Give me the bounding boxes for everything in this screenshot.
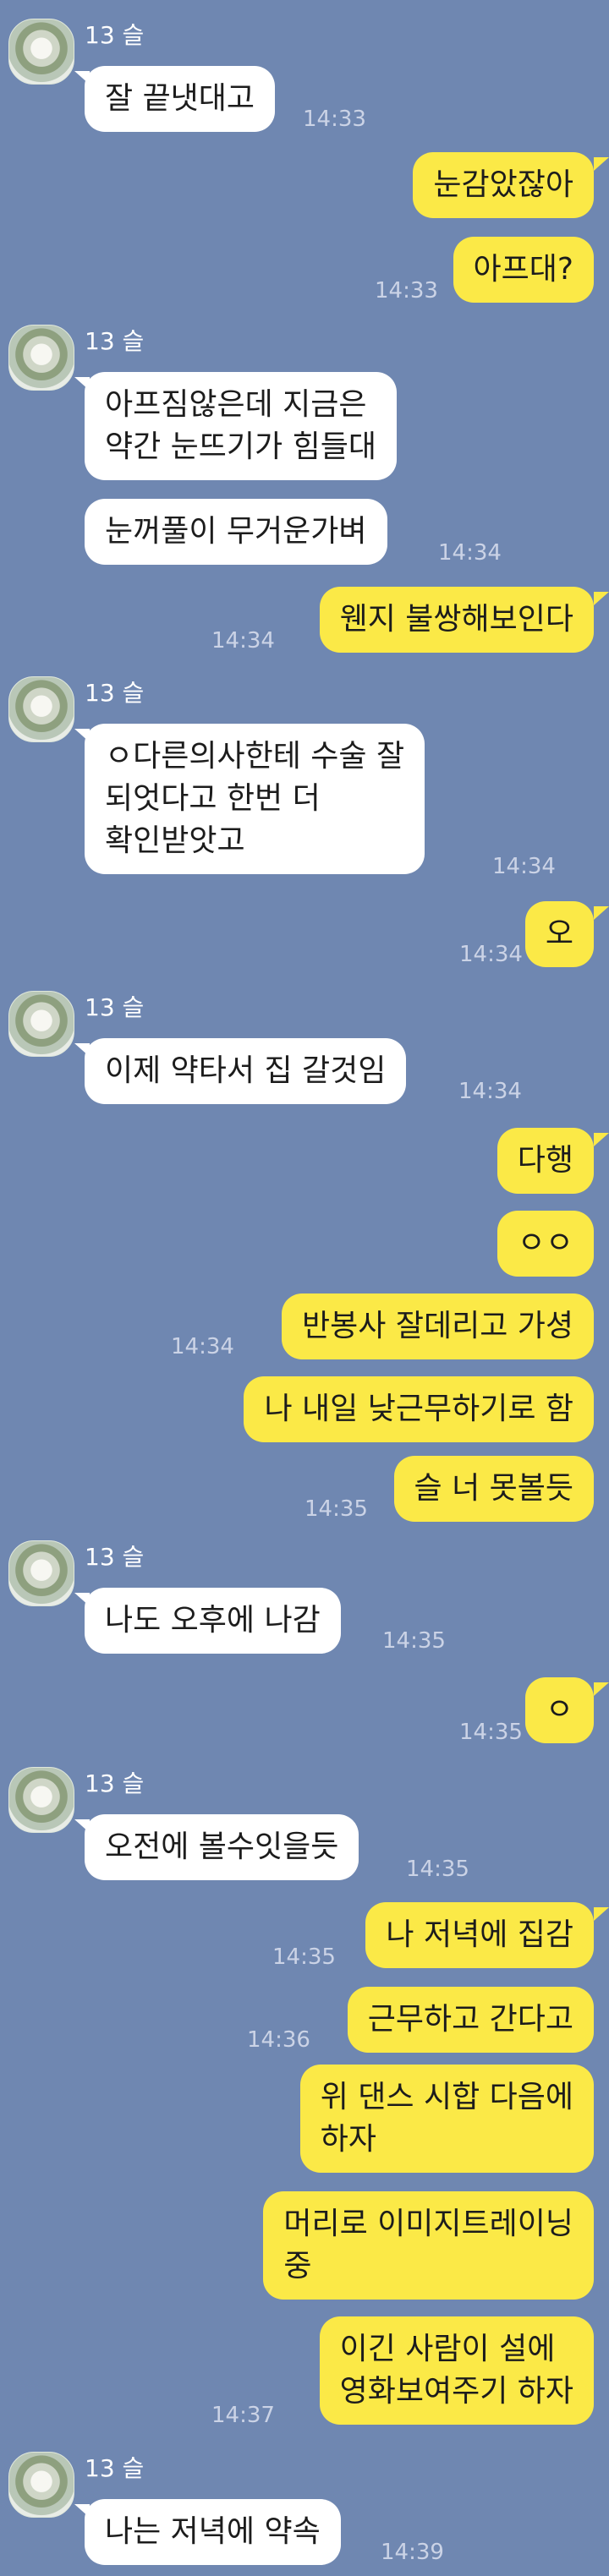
avatar[interactable] (8, 1540, 74, 1606)
avatar[interactable] (8, 676, 74, 742)
message-time: 14:35 (272, 1944, 336, 1970)
avatar[interactable] (8, 2452, 74, 2518)
message-bubble-sent[interactable]: 눈감았잖아 (413, 152, 594, 218)
message-bubble-received[interactable]: 이제 약타서 집 갈것임 (85, 1038, 407, 1104)
message-bubble-received[interactable]: 나도 오후에 나감 (85, 1588, 341, 1654)
message-bubble-sent[interactable]: 아프대? (453, 237, 594, 303)
message-bubble-sent[interactable]: 오 (524, 901, 594, 967)
avatar[interactable] (8, 325, 74, 391)
avatar[interactable] (8, 991, 74, 1057)
message-time: 14:35 (459, 1720, 523, 1745)
message-time: 14:34 (458, 1079, 522, 1104)
sender-name: 13 슬 (85, 1543, 145, 1571)
message-bubble-sent[interactable]: 슬 너 못볼듯 (393, 1456, 594, 1522)
message-time: 14:34 (459, 942, 523, 967)
sender-name: 13 슬 (85, 1769, 145, 1797)
message-bubble-sent[interactable]: 나 내일 낮근무하기로 함 (244, 1376, 594, 1442)
bubble-tail (594, 157, 609, 171)
message-time: 14:34 (211, 628, 275, 654)
message-time: 14:35 (382, 1628, 446, 1654)
message-time: 14:34 (171, 1334, 234, 1359)
bubble-tail (594, 906, 609, 920)
sender-name: 13 슬 (85, 327, 145, 355)
message-bubble-sent[interactable]: ㅇㅇ (497, 1211, 594, 1277)
message-bubble-sent[interactable]: 머리로 이미지트레이닝 중 (263, 2191, 594, 2300)
bubble-tail (594, 1907, 609, 1921)
message-bubble-received[interactable]: 나는 저녁에 약속 (85, 2499, 341, 2565)
message-bubble-sent[interactable]: 나 저녁에 집감 (365, 1902, 594, 1968)
message-time: 14:33 (375, 278, 438, 304)
message-bubble-sent[interactable]: ㅇ (524, 1677, 594, 1743)
message-time: 14:33 (303, 107, 366, 132)
chat-area[interactable]: 13 슬 잘 끝냇대고 14:33 눈감았잖아 아프대? 14:33 13 슬 … (0, 0, 609, 2576)
message-time: 14:39 (381, 2540, 444, 2565)
sender-name: 13 슬 (85, 2454, 145, 2482)
message-bubble-sent[interactable]: 위 댄스 시합 다음에 하자 (299, 2065, 594, 2173)
message-time: 14:34 (438, 540, 502, 566)
message-time: 14:36 (247, 2027, 310, 2053)
message-bubble-sent[interactable]: 이긴 사람이 설에 영화보여주기 하자 (319, 2316, 594, 2425)
message-bubble-received[interactable]: ㅇ다른의사한테 수술 잘 되엇다고 한번 더 확인받앗고 (85, 724, 425, 874)
bubble-tail (594, 1133, 609, 1146)
message-time: 14:35 (406, 1857, 469, 1882)
message-bubble-received[interactable]: 오전에 볼수잇을듯 (85, 1814, 359, 1880)
avatar[interactable] (8, 19, 74, 85)
message-bubble-sent[interactable]: 웬지 불쌍해보인다 (319, 587, 594, 653)
message-bubble-received[interactable]: 아프짐않은데 지금은 약간 눈뜨기가 힘들대 (85, 372, 397, 480)
sender-name: 13 슬 (85, 21, 145, 49)
bubble-tail (594, 1682, 609, 1696)
message-time: 14:35 (304, 1496, 368, 1522)
message-bubble-sent[interactable]: 반봉사 잘데리고 가셩 (282, 1293, 594, 1359)
message-bubble-received[interactable]: 잘 끝냇대고 (85, 66, 276, 132)
message-time: 14:37 (211, 2403, 275, 2428)
bubble-tail (594, 592, 609, 605)
message-bubble-sent[interactable]: 근무하고 간다고 (347, 1987, 594, 2053)
message-time: 14:34 (492, 854, 556, 879)
message-bubble-sent[interactable]: 다행 (497, 1128, 594, 1194)
sender-name: 13 슬 (85, 679, 145, 707)
sender-name: 13 슬 (85, 993, 145, 1021)
message-bubble-received[interactable]: 눈꺼풀이 무거운가벼 (85, 499, 387, 565)
avatar[interactable] (8, 1767, 74, 1833)
